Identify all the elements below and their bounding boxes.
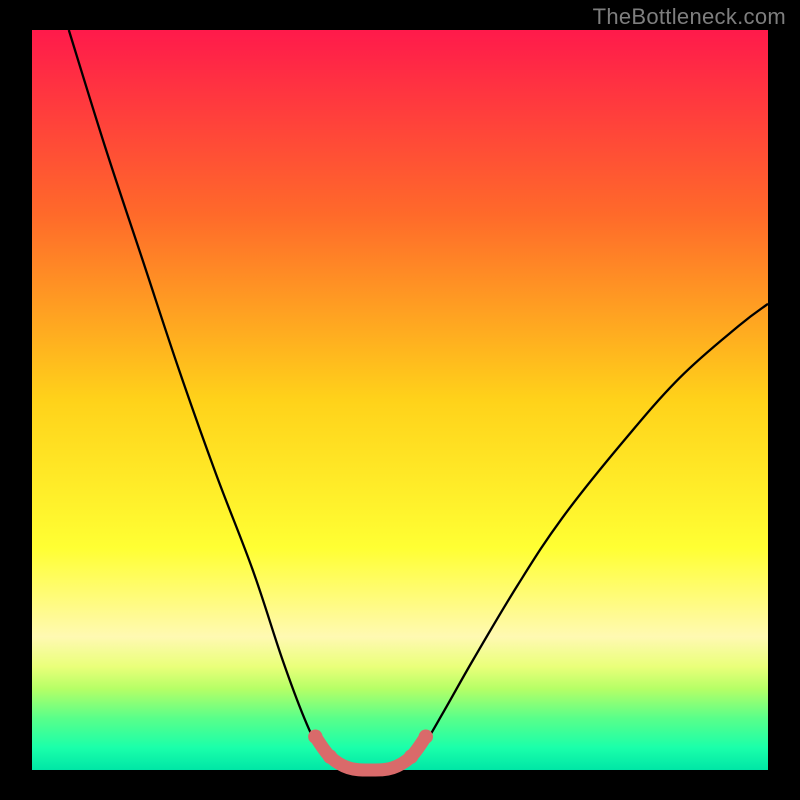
optimal-zone-dot [404, 749, 418, 763]
watermark-label: TheBottleneck.com [593, 4, 786, 30]
optimal-zone-dot [419, 730, 433, 744]
optimal-zone-dot [308, 730, 322, 744]
optimal-zone-dot [323, 749, 337, 763]
chart-frame: TheBottleneck.com [0, 0, 800, 800]
bottleneck-chart [0, 0, 800, 800]
